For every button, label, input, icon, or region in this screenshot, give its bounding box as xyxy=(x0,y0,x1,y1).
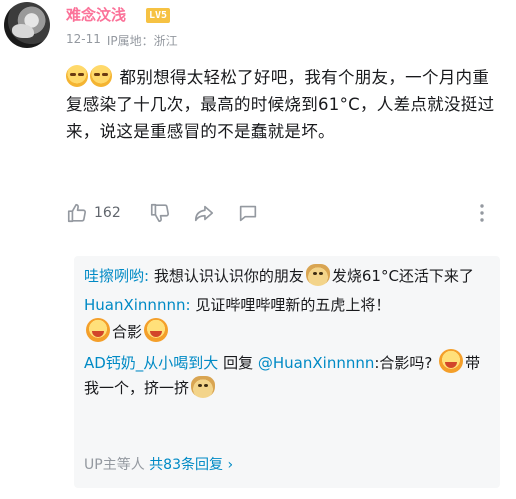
reply-text: 发烧61°C还活下来了 xyxy=(331,267,474,285)
mention-link[interactable]: @HuanXinnnnn xyxy=(258,354,374,372)
more-button[interactable] xyxy=(474,202,490,228)
reply-text: 合影 xyxy=(112,323,143,341)
username[interactable]: 难念汶浅 xyxy=(66,4,126,25)
reply-username[interactable]: HuanXinnnnn: xyxy=(84,296,191,314)
sticker-icon xyxy=(439,349,464,373)
comment-icon xyxy=(239,205,256,222)
thumbs-up-icon xyxy=(67,203,87,223)
more-replies-link[interactable]: UP主等人 共83条回复 › xyxy=(84,453,233,478)
comment-date: 12-11 xyxy=(66,32,101,46)
sticker-icon xyxy=(86,318,110,342)
reply-username[interactable]: 哇擦咧哟: xyxy=(84,267,149,285)
emoji-face-icon xyxy=(66,65,88,87)
reply-text: :合影吗? xyxy=(374,354,433,372)
chevron-right-icon: › xyxy=(227,457,234,473)
reply-item[interactable]: HuanXinnnnn: 见证哔哩哔哩新的五虎上将！ 合影 xyxy=(84,293,490,345)
level-badge: LV5 xyxy=(146,8,171,23)
reply-word: 回复 xyxy=(223,354,254,372)
reply-username[interactable]: AD钙奶_从小喝到大 xyxy=(84,354,218,372)
more-replies-prefix: UP主等人 xyxy=(84,457,145,473)
comment-text: 都别想得太轻松了好吧，我有个朋友，一个月内重复感染了十几次，最高的时候烧到61°… xyxy=(66,68,495,141)
reply-item[interactable]: 哇擦咧哟: 我想认识认识你的朋友 发烧61°C还活下来了 xyxy=(84,264,490,289)
more-replies-count: 共83条回复 xyxy=(149,457,223,473)
share-button[interactable] xyxy=(193,202,215,224)
like-count: 162 xyxy=(94,205,121,221)
share-icon xyxy=(194,205,213,222)
like-button[interactable] xyxy=(66,202,88,224)
doge-sticker-icon xyxy=(305,264,330,286)
comment-meta: 12-11 IP属地：浙江 xyxy=(66,32,178,49)
reply-list: 哇擦咧哟: 我想认识认识你的朋友 发烧61°C还活下来了 HuanXinnnnn:… xyxy=(74,256,500,488)
more-vertical-icon xyxy=(480,204,484,222)
comment-actions: 162 xyxy=(66,200,496,226)
reply-text: 见证哔哩哔哩新的五虎上将！ xyxy=(195,296,391,314)
thumbs-down-icon xyxy=(150,203,169,223)
ip-location: IP属地：浙江 xyxy=(106,34,178,48)
reply-text: 我想认识认识你的朋友 xyxy=(153,267,304,285)
comment-body: 都别想得太轻松了好吧，我有个朋友，一个月内重复感染了十几次，最高的时候烧到61°… xyxy=(66,64,502,145)
avatar[interactable] xyxy=(4,2,50,48)
emoji-face-icon xyxy=(90,65,112,87)
reply-item[interactable]: AD钙奶_从小喝到大 回复 @HuanXinnnnn:合影吗? 带我一个，挤一挤 xyxy=(84,349,490,401)
dislike-button[interactable] xyxy=(149,202,171,224)
doge-sticker-icon xyxy=(191,376,216,398)
reply-button[interactable] xyxy=(237,202,259,224)
sticker-icon xyxy=(144,318,169,342)
